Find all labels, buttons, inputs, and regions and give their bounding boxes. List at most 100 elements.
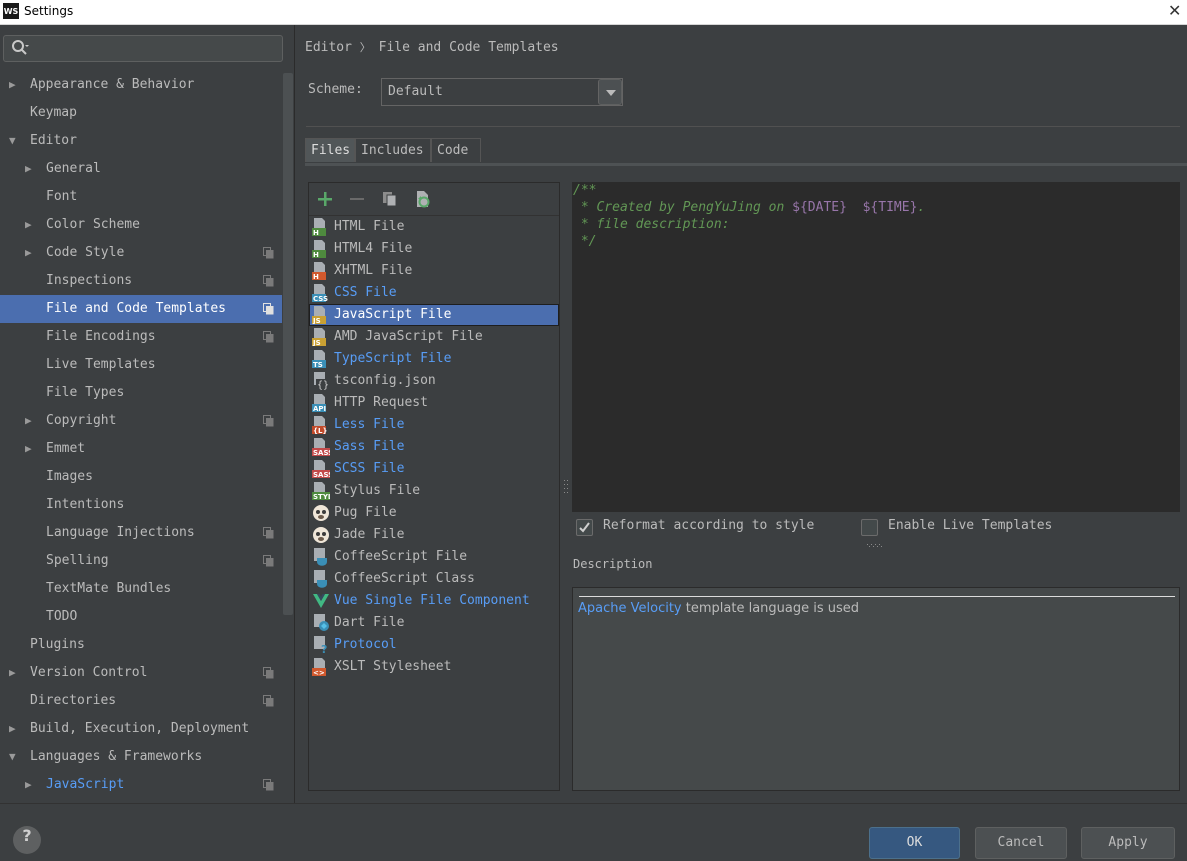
sidebar-item-languages-frameworks[interactable]: ▼ Languages & Frameworks [0, 743, 282, 771]
sidebar-item-code-style[interactable]: ▶ Code Style [0, 239, 282, 267]
collapsed-arrow-icon[interactable]: ▶ [25, 771, 39, 799]
collapsed-arrow-icon[interactable]: ▶ [25, 435, 39, 463]
template-item[interactable]: ? Protocol [309, 634, 559, 656]
chevron-down-icon[interactable] [598, 79, 622, 105]
sidebar-item-font[interactable]: Font [0, 183, 282, 211]
sidebar-item-build-execution-deployment[interactable]: ▶ Build, Execution, Deployment [0, 715, 282, 743]
sidebar-item-file-encodings[interactable]: File Encodings [0, 323, 282, 351]
sidebar-item-label: Language Injections [46, 525, 195, 540]
vertical-splitter-handle[interactable] [562, 478, 570, 496]
sidebar-item-javascript[interactable]: ▶ JavaScript [0, 771, 282, 799]
sidebar-item-live-templates[interactable]: Live Templates [0, 351, 282, 379]
collapsed-arrow-icon[interactable]: ▶ [9, 71, 23, 99]
sidebar-item-inspections[interactable]: Inspections [0, 267, 282, 295]
sidebar-item-images[interactable]: Images [0, 463, 282, 491]
project-level-icon [263, 331, 274, 343]
apache-velocity-link[interactable]: Apache Velocity [578, 601, 682, 616]
sidebar-item-intentions[interactable]: Intentions [0, 491, 282, 519]
collapsed-arrow-icon[interactable]: ▶ [25, 407, 39, 435]
template-item[interactable]: {} tsconfig.json [309, 370, 559, 392]
sidebar-scrollbar[interactable] [283, 73, 293, 615]
collapsed-arrow-icon[interactable]: ▶ [25, 239, 39, 267]
template-item[interactable]: STYL Stylus File [309, 480, 559, 502]
template-item[interactable]: SASS Sass File [309, 436, 559, 458]
horizontal-splitter-handle[interactable] [866, 543, 884, 548]
project-level-icon [263, 667, 274, 679]
template-item[interactable]: H XHTML File [309, 260, 559, 282]
collapsed-arrow-icon[interactable]: ▶ [9, 715, 23, 743]
sidebar-item-color-scheme[interactable]: ▶ Color Scheme [0, 211, 282, 239]
collapsed-arrow-icon[interactable]: ▶ [25, 155, 39, 183]
sidebar-item-editor[interactable]: ▼ Editor [0, 127, 282, 155]
sidebar-item-language-injections[interactable]: Language Injections [0, 519, 282, 547]
sidebar-item-file-types[interactable]: File Types [0, 379, 282, 407]
svg-text:JS: JS [312, 317, 321, 324]
tab-includes[interactable]: Includes [355, 138, 431, 162]
sidebar-item-textmate-bundles[interactable]: TextMate Bundles [0, 575, 282, 603]
sidebar-item-copyright[interactable]: ▶ Copyright [0, 407, 282, 435]
sidebar-item-file-and-code-templates[interactable]: File and Code Templates [0, 295, 282, 323]
template-item[interactable]: JS AMD JavaScript File [309, 326, 559, 348]
checkbox-box[interactable] [576, 519, 593, 536]
sidebar-item-emmet[interactable]: ▶ Emmet [0, 435, 282, 463]
settings-tree: ▶ Appearance & Behavior Keymap ▼ Editor ▶ Gene… [0, 71, 282, 799]
sidebar-item-appearance-behavior[interactable]: ▶ Appearance & Behavior [0, 71, 282, 99]
help-button[interactable]: ? [13, 826, 41, 854]
sidebar-item-label: TextMate Bundles [46, 581, 172, 596]
sidebar-item-spelling[interactable]: Spelling [0, 547, 282, 575]
project-level-icon [263, 415, 274, 427]
apply-button[interactable]: Apply [1081, 827, 1175, 859]
template-item[interactable]: JS JavaScript File [309, 304, 559, 326]
sidebar-item-directories[interactable]: Directories [0, 687, 282, 715]
template-item[interactable]: TS TypeScript File [309, 348, 559, 370]
sidebar-item-general[interactable]: ▶ General [0, 155, 282, 183]
close-window-icon[interactable]: ✕ [1168, 1, 1181, 20]
ok-button[interactable]: OK [869, 827, 960, 859]
sidebar-item-plugins[interactable]: Plugins [0, 631, 282, 659]
template-item[interactable]: CSS CSS File [309, 282, 559, 304]
description-divider [579, 596, 1175, 597]
expanded-arrow-icon[interactable]: ▼ [9, 743, 23, 771]
template-item[interactable]: H HTML File [309, 216, 559, 238]
remove-icon[interactable] [347, 189, 367, 209]
checkbox-box[interactable] [861, 519, 878, 536]
breadcrumb-current: File and Code Templates [378, 40, 559, 55]
expanded-arrow-icon[interactable]: ▼ [9, 127, 23, 155]
protocol-file-icon: ? [312, 636, 330, 656]
template-item[interactable]: Jade File [309, 524, 559, 546]
scheme-select[interactable]: Default [381, 78, 623, 106]
sidebar-item-version-control[interactable]: ▶ Version Control [0, 659, 282, 687]
template-item[interactable]: CoffeeScript Class [309, 568, 559, 590]
template-item[interactable]: <> XSLT Stylesheet [309, 656, 559, 678]
template-item[interactable]: {L} Less File [309, 414, 559, 436]
tab-code[interactable]: Code [431, 138, 481, 162]
search-icon [12, 40, 29, 55]
template-item[interactable]: SASS SCSS File [309, 458, 559, 480]
coffeescript-icon [312, 548, 330, 566]
template-item[interactable]: Vue Single File Component [309, 590, 559, 612]
template-editor[interactable]: /** * Created by PengYuJing on ${DATE} $… [572, 182, 1180, 512]
template-item[interactable]: API HTTP Request [309, 392, 559, 414]
template-item[interactable]: Dart File [309, 612, 559, 634]
project-level-icon [263, 247, 274, 259]
svg-text:STYL: STYL [313, 493, 330, 500]
collapsed-arrow-icon[interactable]: ▶ [9, 659, 23, 687]
json-file-icon: {} [312, 372, 330, 391]
template-item[interactable]: H HTML4 File [309, 238, 559, 260]
cancel-button[interactable]: Cancel [975, 827, 1067, 859]
template-item[interactable]: Pug File [309, 502, 559, 524]
sidebar-item-label: Languages & Frameworks [30, 749, 203, 764]
sidebar-item-todo[interactable]: TODO [0, 603, 282, 631]
reset-icon[interactable] [412, 189, 432, 209]
svg-text:{L}: {L} [313, 427, 327, 434]
template-variable: ${TIME} [862, 200, 918, 215]
sidebar-item-keymap[interactable]: Keymap [0, 99, 282, 127]
collapsed-arrow-icon[interactable]: ▶ [25, 211, 39, 239]
template-item-label: CoffeeScript Class [334, 571, 475, 586]
add-icon[interactable] [315, 189, 335, 209]
tab-files[interactable]: Files [305, 138, 355, 162]
template-item[interactable]: CoffeeScript File [309, 546, 559, 568]
settings-search-input[interactable] [3, 35, 283, 62]
copy-icon[interactable] [380, 189, 400, 209]
